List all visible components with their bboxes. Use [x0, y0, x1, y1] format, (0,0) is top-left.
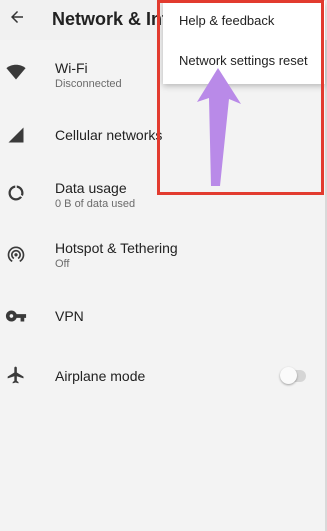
airplane-icon	[4, 363, 28, 387]
setting-hotspot[interactable]: Hotspot & Tethering Off	[0, 233, 327, 277]
setting-vpn[interactable]: VPN	[0, 300, 327, 336]
wifi-status: Disconnected	[55, 78, 122, 90]
vpn-title: VPN	[55, 308, 84, 324]
setting-airplane-mode[interactable]: Airplane mode	[0, 358, 327, 394]
hotspot-icon	[4, 242, 28, 266]
wifi-icon	[4, 60, 28, 84]
data-usage-summary: 0 B of data used	[55, 198, 136, 210]
menu-item-help-feedback[interactable]: Help & feedback	[179, 13, 274, 28]
signal-icon	[4, 123, 28, 147]
vpn-key-icon	[4, 304, 28, 328]
setting-cellular[interactable]: Cellular networks	[0, 115, 327, 155]
toggle-knob	[280, 367, 297, 384]
data-usage-title: Data usage	[55, 180, 127, 196]
setting-data-usage[interactable]: Data usage 0 B of data used	[0, 173, 327, 217]
cellular-title: Cellular networks	[55, 127, 163, 143]
airplane-mode-toggle[interactable]	[280, 367, 306, 384]
back-button[interactable]	[4, 4, 30, 30]
arrow-back-icon	[11, 11, 23, 23]
settings-screen: Network & Internet Wi-Fi Disconnected Ce…	[0, 0, 327, 531]
overflow-menu: Help & feedback Network settings reset	[163, 1, 325, 84]
data-usage-icon	[4, 181, 28, 205]
hotspot-status: Off	[55, 258, 70, 270]
hotspot-title: Hotspot & Tethering	[55, 240, 178, 256]
airplane-title: Airplane mode	[55, 368, 146, 384]
wifi-title: Wi-Fi	[55, 60, 88, 76]
menu-item-network-settings-reset[interactable]: Network settings reset	[179, 53, 308, 68]
